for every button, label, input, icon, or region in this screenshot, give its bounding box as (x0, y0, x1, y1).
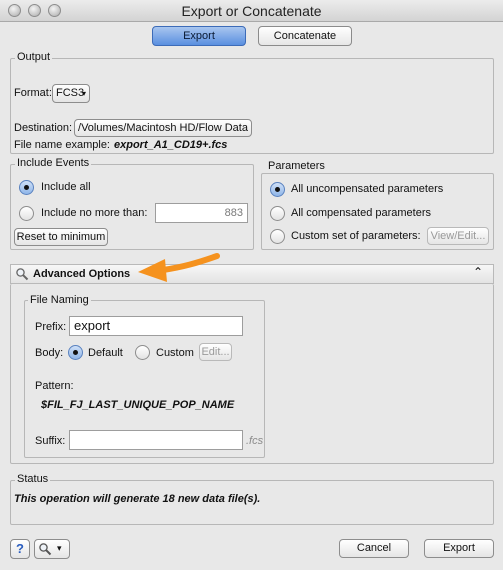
status-message: This operation will generate 18 new data… (14, 493, 261, 505)
include-events-label: Include Events (15, 157, 92, 169)
window-title: Export or Concatenate (181, 3, 322, 19)
all-uncompensated-radio[interactable] (270, 182, 285, 197)
body-custom-label: Custom (156, 347, 194, 359)
format-select[interactable]: FCS3 ▾ (52, 84, 90, 103)
body-label: Body: (35, 347, 64, 359)
suffix-extension: .fcs (246, 435, 264, 447)
pattern-label: Pattern: (35, 380, 74, 392)
body-default-radio[interactable] (68, 345, 83, 360)
export-mode-button[interactable]: Export (152, 26, 246, 46)
cancel-button[interactable]: Cancel (339, 539, 409, 558)
format-value: FCS3 (56, 87, 85, 99)
custom-parameters-radio[interactable] (270, 229, 285, 244)
filename-example-value: export_A1_CD19+.fcs (114, 139, 228, 151)
title-bar: Export or Concatenate (0, 0, 503, 22)
event-limit-input[interactable]: 883 (155, 203, 248, 223)
output-group-label: Output (15, 51, 53, 63)
filename-example-label: File name example: (14, 139, 110, 151)
annotation-arrow-icon (138, 253, 220, 282)
collapse-chevron-icon[interactable]: ⌃ (473, 265, 483, 279)
advanced-options-header[interactable]: Advanced Options ⌃ (10, 264, 494, 284)
body-custom-radio[interactable] (135, 345, 150, 360)
parameters-label: Parameters (266, 160, 327, 172)
export-button[interactable]: Export (424, 539, 494, 558)
custom-parameters-label: Custom set of parameters: (291, 230, 421, 242)
all-compensated-label: All compensated parameters (291, 207, 432, 219)
tools-menu-button[interactable]: ▾ (34, 539, 70, 559)
view-edit-button[interactable]: View/Edit... (427, 227, 489, 245)
all-uncompensated-label: All uncompensated parameters (291, 183, 444, 195)
chevron-down-icon: ▾ (57, 543, 62, 553)
magnifier-gear-icon (15, 267, 29, 284)
prefix-label: Prefix: (35, 321, 67, 333)
body-edit-button[interactable]: Edit... (199, 343, 232, 361)
include-no-more-than-radio[interactable] (19, 206, 34, 221)
include-all-radio[interactable] (19, 180, 34, 195)
reset-to-minimum-button[interactable]: Reset to minimum (14, 228, 108, 246)
include-all-label: Include all (41, 181, 91, 193)
include-no-more-than-label: Include no more than: (41, 207, 148, 219)
file-naming-label: File Naming (28, 294, 91, 306)
destination-button[interactable]: /Volumes/Macintosh HD/Flow Data (74, 119, 252, 137)
body-default-label: Default (88, 347, 123, 359)
chevron-down-icon: ▾ (82, 89, 87, 98)
status-label: Status (15, 473, 51, 485)
pattern-value: $FIL_FJ_LAST_UNIQUE_POP_NAME (41, 399, 235, 411)
magnifier-icon (38, 542, 52, 561)
suffix-input[interactable] (69, 430, 243, 450)
prefix-input[interactable]: export (69, 316, 243, 336)
help-button[interactable]: ? (10, 539, 30, 559)
advanced-options-title: Advanced Options (33, 268, 131, 280)
format-label: Format: (14, 87, 52, 99)
destination-label: Destination: (14, 122, 73, 134)
all-compensated-radio[interactable] (270, 206, 285, 221)
suffix-label: Suffix: (35, 435, 66, 447)
concatenate-mode-button[interactable]: Concatenate (258, 26, 352, 46)
